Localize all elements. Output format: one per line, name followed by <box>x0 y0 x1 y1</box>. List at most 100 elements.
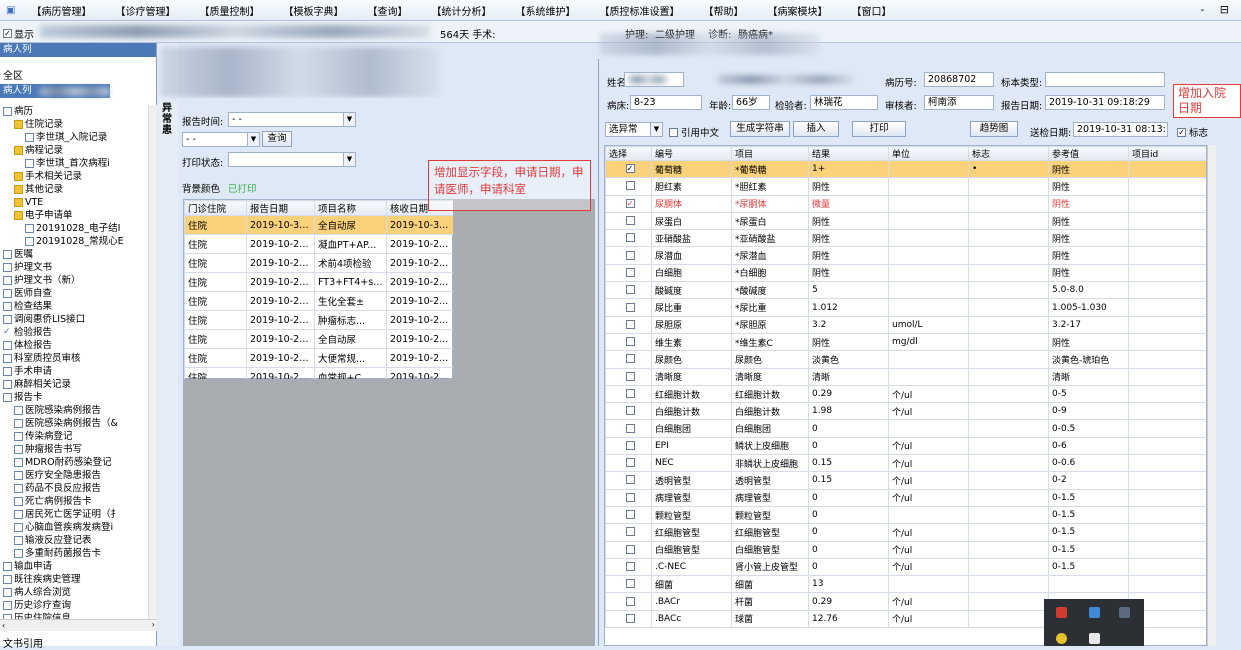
table-row[interactable]: .C-NEC 肾小管上皮管型 0 个/ul 0-1.5 <box>605 557 1206 577</box>
tree-item[interactable]: 心脑血管疾病发病登i <box>0 521 113 534</box>
insert-button[interactable]: 插入 <box>793 121 839 137</box>
app-tray-icon[interactable] <box>1119 607 1130 618</box>
tree-item[interactable]: 电子申请单 <box>0 209 73 222</box>
tree-item[interactable]: 病历 <box>0 105 33 118</box>
scope-label[interactable]: 全区 <box>3 67 23 82</box>
app-tray-icon[interactable] <box>1056 633 1067 644</box>
tree-item[interactable]: 护理文书（新） <box>0 274 81 287</box>
tree-hscroll[interactable]: ‹ › <box>0 619 157 631</box>
table-row[interactable]: 白细胞 *白细胞 阴性 阴性 <box>605 263 1206 283</box>
row-checkbox[interactable] <box>625 579 635 589</box>
row-checkbox[interactable] <box>625 285 635 295</box>
table-row[interactable]: 住院2019-10-29 1...大便常规...2019-10-2... <box>184 348 455 368</box>
tree-item[interactable]: 麻醉相关记录 <box>0 378 71 391</box>
tree-vscroll[interactable] <box>148 105 157 619</box>
table-row[interactable]: 红细胞管型 红细胞管型 0 个/ul 0-1.5 <box>605 523 1206 542</box>
table-row[interactable]: 尿比重 *尿比重 1.012 1.005-1.030 <box>605 298 1206 317</box>
tree-item[interactable]: 李世琪_首次病程i <box>0 157 110 170</box>
table-row[interactable]: 白细胞计数 白细胞计数 1.98 个/ul 0-9 <box>605 402 1206 421</box>
app-tray-icon[interactable] <box>1056 607 1067 618</box>
row-checkbox[interactable] <box>625 423 635 433</box>
tree-item[interactable]: 护理文书 <box>0 261 52 274</box>
row-checkbox[interactable]: ✓ <box>625 198 635 208</box>
row-checkbox[interactable] <box>625 267 635 277</box>
table-row[interactable]: 红细胞计数 红细胞计数 0.29 个/ul 0-5 <box>605 384 1206 404</box>
menu-medical-records[interactable]: 【病历管理】 <box>19 3 103 18</box>
row-checkbox[interactable] <box>625 250 635 260</box>
row-checkbox[interactable] <box>625 458 635 468</box>
row-checkbox[interactable] <box>625 613 635 623</box>
row-checkbox[interactable] <box>625 319 635 329</box>
column-header[interactable]: 编号 <box>651 146 732 161</box>
app-tray-icon[interactable] <box>1089 633 1100 644</box>
tree-item[interactable]: 住院记录 <box>0 118 63 131</box>
chevron-down-icon[interactable]: ▼ <box>343 113 355 126</box>
row-checkbox[interactable] <box>625 492 635 502</box>
tree-item[interactable]: 体检报告 <box>0 339 52 352</box>
table-row[interactable]: 住院2019-10-29 1...生化全套±2019-10-2... <box>184 291 455 311</box>
tree-item[interactable]: 20191028_电子结I <box>0 222 120 235</box>
table-row[interactable]: 病理管型 病理管型 0 个/ul 0-1.5 <box>605 488 1206 507</box>
table-row[interactable]: 住院2019-10-29 1...术前4项检验2019-10-2... <box>184 253 455 273</box>
tree-item[interactable]: MDRO耐药感染登记 <box>0 456 112 469</box>
report-time-to[interactable]: - - ▼ <box>182 132 260 147</box>
table-row[interactable]: 透明管型 透明管型 0.15 个/ul 0-2 <box>605 471 1206 490</box>
report-time-from[interactable]: - - ▼ <box>228 112 356 127</box>
row-checkbox[interactable] <box>625 527 635 537</box>
tree-item[interactable]: 居民死亡医学证明（扌 <box>0 508 120 521</box>
column-header[interactable]: 门诊住院 <box>184 200 247 216</box>
tree-item[interactable]: 医院感染病例报告（& <box>0 417 118 430</box>
table-row[interactable]: 细菌 细菌 13 <box>605 575 1206 594</box>
table-row[interactable]: 住院2019-10-29 1...FT3+FT4+sTSH2019-10-2..… <box>184 272 455 292</box>
column-header[interactable]: 单位 <box>888 146 969 161</box>
row-checkbox[interactable] <box>625 337 635 347</box>
row-checkbox[interactable] <box>625 440 635 450</box>
tree-item[interactable]: 其他记录 <box>0 183 63 196</box>
table-row[interactable]: 尿蛋白 *尿蛋白 阴性 阴性 <box>605 211 1206 231</box>
tree-item[interactable]: 历史诊疗查询 <box>0 599 71 612</box>
tree-item[interactable]: 多重耐药菌报告卡 <box>0 547 101 560</box>
app-tray-icon[interactable] <box>1089 607 1100 618</box>
menu-window[interactable]: 【窗口】 <box>839 3 903 18</box>
chevron-down-icon[interactable]: ▼ <box>343 153 355 166</box>
tree-item[interactable]: 李世琪_入院记录 <box>0 131 107 144</box>
print-button[interactable]: 打印 <box>852 121 906 137</box>
tree-item[interactable]: 病程记录 <box>0 144 63 157</box>
column-header[interactable]: 项目id <box>1128 146 1206 161</box>
row-checkbox[interactable]: ✓ <box>625 164 635 174</box>
tree-item[interactable]: 调阅惠侨LIS接口 <box>0 313 85 326</box>
abnormal-filter-select[interactable]: 选异常 ▼ <box>605 122 663 137</box>
abnormal-tab[interactable]: 异常患 <box>162 103 172 136</box>
table-row[interactable]: 白细胞团 白细胞团 0 0-0.5 <box>605 419 1206 438</box>
row-checkbox[interactable] <box>625 406 635 416</box>
table-row[interactable]: 住院2019-10-29 1...全自动尿2019-10-2... <box>184 329 455 349</box>
tree-item[interactable]: 医嘱 <box>0 248 33 261</box>
menu-templates[interactable]: 【模板字典】 <box>271 3 355 18</box>
query-button[interactable]: 查询 <box>262 131 292 147</box>
tree-item[interactable]: 死亡病例报告卡 <box>0 495 92 508</box>
table-row[interactable]: NEC 非鳞状上皮细胞 0.15 个/ul 0-0.6 <box>605 454 1206 473</box>
tree-item[interactable]: 既往疾病史管理 <box>0 573 81 586</box>
tree-item[interactable]: 输血申请 <box>0 560 52 573</box>
table-row[interactable]: 尿胆原 *尿胆原 3.2 umol/L 3.2-17 <box>605 315 1206 334</box>
column-header[interactable]: 结果 <box>808 146 889 161</box>
send-date-field[interactable]: 2019-10-31 08:13: <box>1073 122 1168 137</box>
row-checkbox[interactable] <box>625 561 635 571</box>
show-checkbox[interactable]: ✓ <box>3 29 12 38</box>
row-checkbox[interactable] <box>625 544 635 554</box>
tree-item[interactable]: 病人综合浏览 <box>0 586 71 599</box>
print-status-select[interactable]: ▼ <box>228 152 356 167</box>
tree-item[interactable]: 肿瘤报告书写 <box>0 443 82 456</box>
table-row[interactable]: 住院2019-10-29 1...肿瘤标志...2019-10-2... <box>184 310 455 330</box>
chevron-down-icon[interactable]: ▼ <box>650 123 662 136</box>
table-row[interactable]: 胆红素 *胆红素 阴性 阴性 <box>605 177 1206 196</box>
column-header[interactable]: 报告日期 <box>246 200 315 216</box>
menu-query[interactable]: 【查询】 <box>355 3 419 18</box>
table-row[interactable]: 亚硝酸盐 *亚硝酸盐 阴性 阴性 <box>605 229 1206 248</box>
tree-item[interactable]: 手术申请 <box>0 365 52 378</box>
menu-archive[interactable]: 【病案模块】 <box>755 3 839 18</box>
tree-item[interactable]: 20191028_常规心E <box>0 235 124 248</box>
specimen-field[interactable] <box>1045 72 1165 87</box>
column-header[interactable]: 项目名称 <box>314 200 387 216</box>
tree-item[interactable]: 药品不良反应报告 <box>0 482 101 495</box>
